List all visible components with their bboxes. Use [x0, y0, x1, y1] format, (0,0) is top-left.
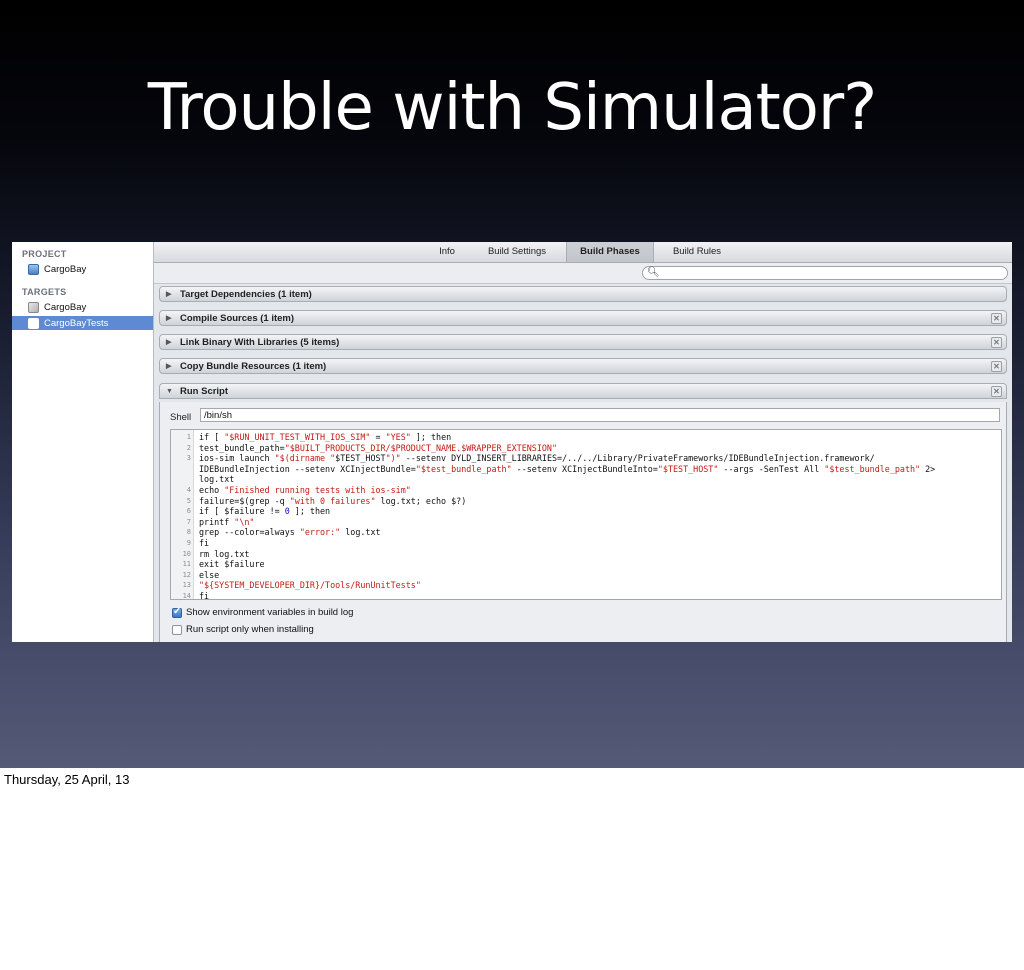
delete-phase-icon[interactable]: ✕ — [991, 386, 1002, 397]
run-only-installing-checkbox[interactable] — [172, 624, 182, 635]
sidebar-item-project[interactable]: CargoBay — [12, 262, 153, 276]
slide-background: Trouble with Simulator? PROJECT CargoBay… — [0, 0, 1024, 768]
disclosure-right-icon[interactable]: ▶ — [166, 362, 172, 370]
shell-label: Shell — [170, 412, 192, 423]
search-icon: 🔍︎ — [647, 267, 660, 278]
phase-copy-bundle-resources[interactable]: ▶ Copy Bundle Resources (1 item) ✕ — [159, 358, 1007, 374]
phase-title: Link Binary With Libraries (5 items) — [180, 336, 340, 348]
show-env-vars-checkbox[interactable] — [172, 606, 182, 618]
line-number: 10 — [182, 549, 191, 558]
disclosure-right-icon[interactable]: ▶ — [166, 338, 172, 346]
sidebar-item-label: CargoBay — [44, 263, 87, 275]
test-target-icon — [28, 317, 39, 329]
line-number: 13 — [182, 581, 191, 590]
disclosure-down-icon[interactable]: ▼ — [166, 388, 173, 395]
line-number: 1 — [186, 433, 191, 441]
line-number: 5 — [186, 496, 191, 505]
targets-header: TARGETS — [22, 287, 67, 297]
line-number: 9 — [186, 539, 191, 547]
sidebar-item-target-cargobaytests[interactable]: CargoBayTests — [12, 316, 153, 330]
code-line: printf "\n" — [199, 516, 255, 527]
shell-field[interactable]: /bin/sh — [200, 408, 1000, 422]
code-line: "${SYSTEM_DEVELOPER_DIR}/Tools/RunUnitTe… — [199, 580, 421, 591]
disclosure-right-icon[interactable]: ▶ — [166, 314, 172, 322]
disclosure-right-icon[interactable]: ▶ — [166, 290, 172, 298]
code-line: rm log.txt — [199, 548, 250, 559]
code-line: else — [199, 569, 220, 580]
line-number: 8 — [186, 528, 191, 537]
xcode-screenshot: PROJECT CargoBay TARGETS CargoBay CargoB… — [12, 242, 1012, 642]
phase-run-script[interactable]: ▼ Run Script ✕ — [159, 383, 1007, 399]
code-line: IDEBundleInjection --setenv XCInjectBund… — [199, 463, 936, 474]
script-code[interactable]: if [ "$RUN_UNIT_TEST_WITH_IOS_SIM" = "YE… — [199, 432, 997, 600]
line-number: 14 — [182, 592, 191, 600]
phase-target-dependencies[interactable]: ▶ Target Dependencies (1 item) — [159, 286, 1007, 302]
line-number: 4 — [186, 486, 191, 494]
phase-title: Target Dependencies (1 item) — [180, 288, 312, 300]
code-line: log.txt — [199, 474, 235, 485]
code-line: exit $failure — [199, 559, 265, 570]
sidebar-item-label: CargoBayTests — [44, 317, 109, 329]
project-header: PROJECT — [22, 249, 67, 259]
slide-title: Trouble with Simulator? — [147, 71, 877, 145]
code-line: fi — [199, 590, 210, 600]
app-target-icon — [28, 301, 39, 313]
editor-tab-bar: Info Build Settings Build Phases Build R… — [154, 242, 1012, 263]
code-line: if [ $failure != 0 ]; then — [199, 506, 331, 517]
slide-footer-date: Thursday, 25 April, 13 — [4, 772, 130, 787]
filter-bar: 🔍︎ — [154, 263, 1012, 284]
tab-build-settings[interactable]: Build Settings — [481, 242, 553, 262]
line-number: 12 — [182, 570, 191, 579]
tab-build-rules[interactable]: Build Rules — [666, 242, 728, 262]
sidebar-item-label: CargoBay — [44, 301, 87, 313]
phase-title: Compile Sources (1 item) — [180, 312, 295, 324]
line-number: 3 — [186, 454, 191, 463]
line-number: 6 — [186, 507, 191, 516]
code-line: test_bundle_path="$BUILT_PRODUCTS_DIR/$P… — [199, 442, 557, 453]
script-editor[interactable]: 1 2 3 4 5 6 7 8 9 10 11 12 13 14 if [ "$RUN_UNIT_TEST… — [170, 429, 1002, 600]
code-line: echo "Finished running tests with ios-si… — [199, 484, 411, 495]
line-number: 11 — [182, 560, 191, 569]
run-script-body: Shell /bin/sh 1 2 3 4 5 6 7 8 9 10 11 12 13 14 if [ "… — [159, 402, 1007, 642]
phase-title: Copy Bundle Resources (1 item) — [180, 360, 327, 372]
line-number: 7 — [186, 517, 191, 526]
phase-compile-sources[interactable]: ▶ Compile Sources (1 item) ✕ — [159, 310, 1007, 326]
option-label: Run script only when installing — [186, 624, 314, 635]
sidebar-item-target-cargobay[interactable]: CargoBay — [12, 300, 153, 314]
phase-link-binary[interactable]: ▶ Link Binary With Libraries (5 items) ✕ — [159, 334, 1007, 350]
option-run-only-installing[interactable]: Run script only when installing — [172, 624, 314, 635]
code-line: fi — [199, 537, 210, 548]
build-phases-editor: Info Build Settings Build Phases Build R… — [154, 242, 1012, 642]
tab-build-phases[interactable]: Build Phases — [566, 242, 654, 262]
delete-phase-icon[interactable]: ✕ — [991, 361, 1002, 372]
code-line: grep --color=always "error:" log.txt — [199, 527, 381, 538]
phase-title: Run Script — [180, 385, 229, 397]
delete-phase-icon[interactable]: ✕ — [991, 313, 1002, 324]
option-show-env-vars[interactable]: Show environment variables in build log — [172, 606, 354, 618]
line-number: 2 — [186, 443, 191, 452]
search-input[interactable]: 🔍︎ — [642, 266, 1008, 280]
project-icon — [28, 263, 39, 275]
line-number-gutter: 1 2 3 4 5 6 7 8 9 10 11 12 13 14 — [171, 430, 194, 599]
project-navigator: PROJECT CargoBay TARGETS CargoBay CargoB… — [12, 242, 154, 642]
code-line: ios-sim launch "$(dirname "$TEST_HOST")"… — [199, 453, 875, 464]
delete-phase-icon[interactable]: ✕ — [991, 337, 1002, 348]
option-label: Show environment variables in build log — [186, 607, 354, 618]
code-line: if [ "$RUN_UNIT_TEST_WITH_IOS_SIM" = "YE… — [199, 432, 452, 442]
code-line: failure=$(grep -q "with 0 failures" log.… — [199, 495, 467, 506]
tab-info[interactable]: Info — [429, 242, 465, 262]
